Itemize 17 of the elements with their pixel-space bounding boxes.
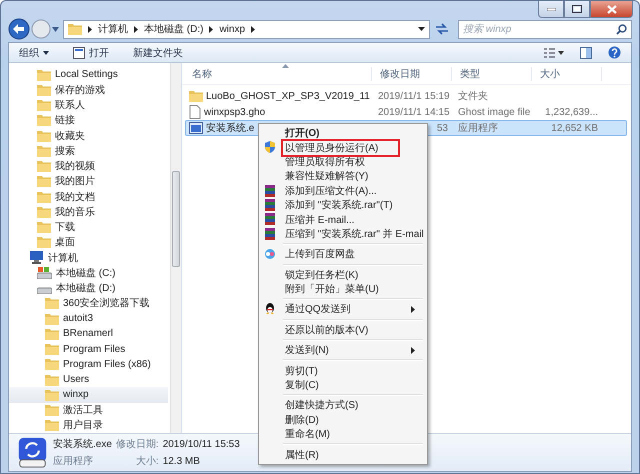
size-cell-text: 12,652 KB <box>550 122 599 134</box>
date-cell-text: 53 <box>436 122 449 134</box>
file-name: 安装系统.exe <box>53 438 112 451</box>
size-cell-text: 1,232,639... <box>544 106 599 118</box>
type-cell-text: Ghost image file <box>457 106 532 118</box>
type-cell-text: 应用程序 <box>457 122 499 135</box>
size-label: 大小: <box>134 454 159 468</box>
name-text: winxpsp3.gho <box>204 106 266 118</box>
type-cell-text: 文件夹 <box>457 90 489 103</box>
date-value: 2019/10/11 15:53 <box>162 439 240 450</box>
name-text: LuoBo_GHOST_XP_SP3_V2019_11 <box>206 90 370 102</box>
file-type: 应用程序 <box>53 454 94 468</box>
name-text: 安装系统.e <box>206 122 254 135</box>
size-value: 12.3 MB <box>162 456 201 467</box>
date-cell-text: 2019/11/1 14:15 <box>377 106 451 118</box>
date-label: 修改日期: <box>116 438 159 451</box>
date-cell-text: 2019/11/1 15:19 <box>377 90 451 102</box>
